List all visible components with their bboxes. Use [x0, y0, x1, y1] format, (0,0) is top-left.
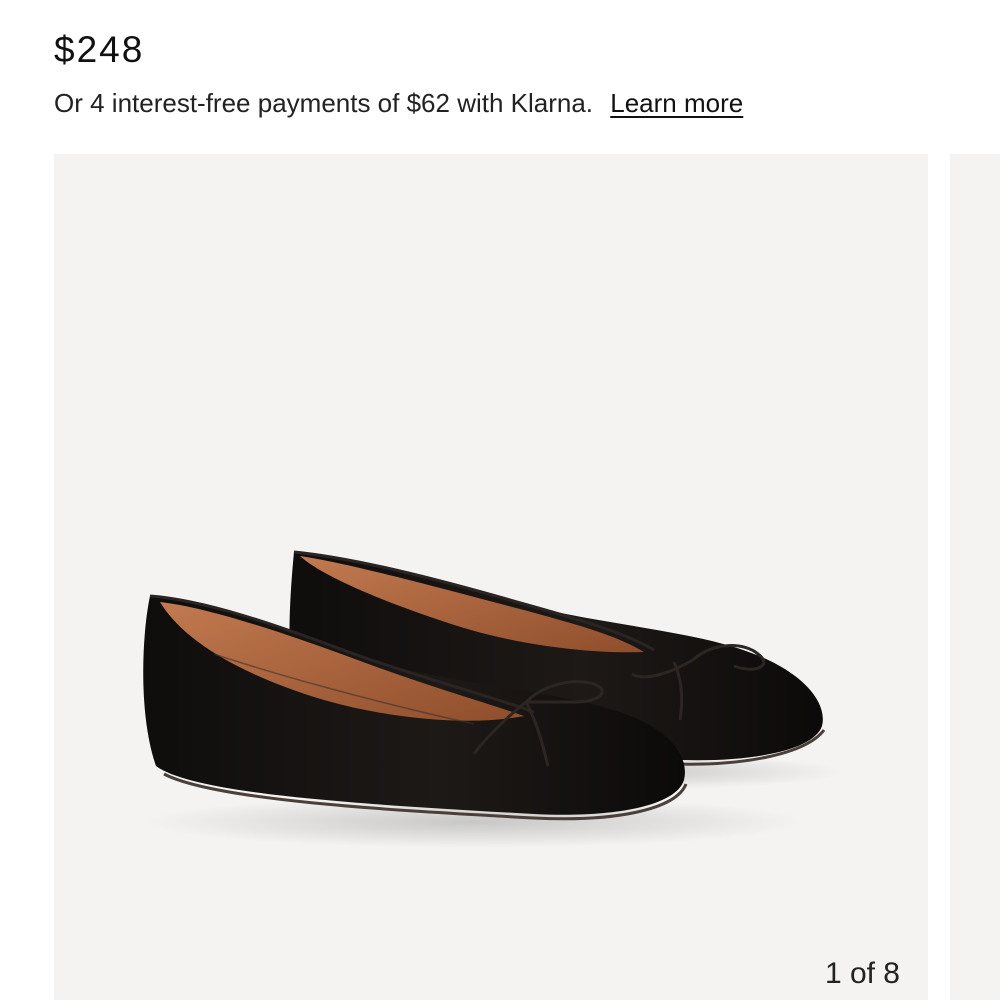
product-image — [143, 550, 844, 848]
klarna-text: Or 4 interest-free payments of $62 with … — [54, 88, 594, 118]
learn-more-link[interactable]: Learn more — [610, 88, 743, 118]
next-gallery-image-peek[interactable] — [950, 154, 1000, 1000]
product-price: $248 — [54, 29, 145, 70]
klarna-installments: Or 4 interest-free payments of $62 with … — [54, 86, 743, 120]
gallery-image-counter: 1 of 8 — [824, 957, 900, 990]
product-image-gallery[interactable]: 1 of 8 — [54, 154, 928, 1000]
product-page: $248 Or 4 interest-free payments of $62 … — [0, 0, 1000, 1000]
